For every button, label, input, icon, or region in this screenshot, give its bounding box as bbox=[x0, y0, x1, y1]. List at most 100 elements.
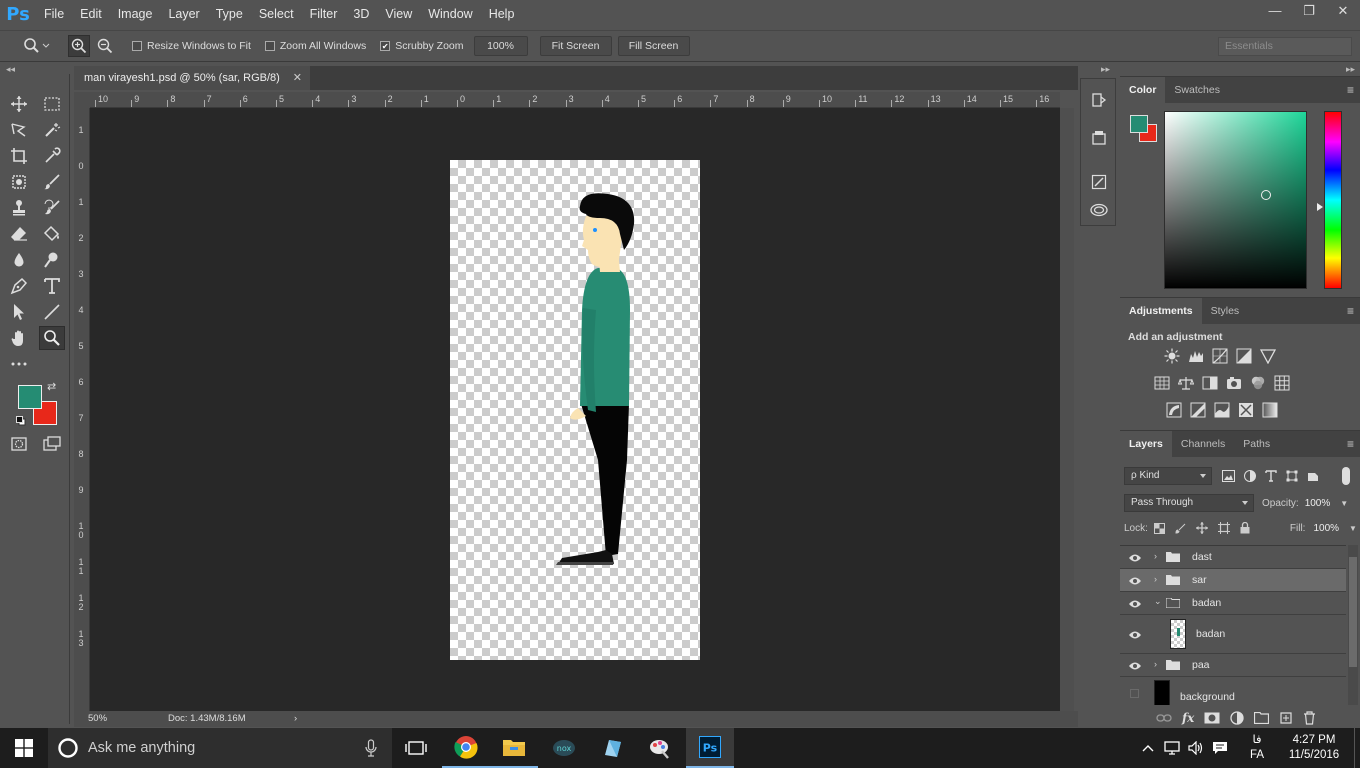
eraser-tool[interactable] bbox=[6, 222, 32, 246]
pasteboard[interactable] bbox=[90, 108, 1060, 711]
task-view-button[interactable] bbox=[392, 728, 440, 768]
fill-value[interactable]: 100% bbox=[1313, 523, 1339, 534]
opacity-value[interactable]: 100% bbox=[1305, 498, 1331, 509]
taskbar-file-explorer[interactable] bbox=[490, 728, 538, 768]
tab-color[interactable]: Color bbox=[1120, 77, 1166, 103]
visibility-eye-icon[interactable] bbox=[1128, 575, 1142, 587]
screen-mode-button[interactable] bbox=[39, 432, 65, 456]
invert-icon[interactable] bbox=[1166, 402, 1182, 418]
taskbar-app-blue[interactable] bbox=[588, 728, 636, 768]
brightness-contrast-icon[interactable] bbox=[1164, 348, 1180, 364]
link-layers-icon[interactable] bbox=[1156, 712, 1172, 724]
start-button[interactable] bbox=[0, 728, 48, 768]
filter-toggle[interactable] bbox=[1342, 467, 1350, 485]
layer-style-fx-icon[interactable]: fx bbox=[1182, 711, 1194, 725]
history-panel-button[interactable] bbox=[1088, 89, 1110, 111]
lasso-tool[interactable] bbox=[6, 118, 32, 142]
zoom-all-windows-checkbox[interactable]: Zoom All Windows bbox=[264, 40, 366, 52]
fill-dropdown-icon[interactable]: ▼ bbox=[1349, 524, 1357, 533]
menu-window[interactable]: Window bbox=[420, 0, 480, 28]
color-lookup-icon[interactable] bbox=[1274, 375, 1290, 391]
tab-swatches[interactable]: Swatches bbox=[1165, 77, 1229, 103]
brush-settings-button[interactable] bbox=[1088, 171, 1110, 193]
vertical-ruler[interactable]: 101234567891 01 11 21 3 bbox=[74, 108, 90, 711]
new-adjustment-layer-icon[interactable] bbox=[1230, 711, 1244, 725]
document-tab[interactable]: man virayesh1.psd @ 50% (sar, RGB/8) ✕ bbox=[74, 66, 310, 90]
show-desktop-button[interactable] bbox=[1354, 728, 1360, 768]
zoom-in-button[interactable] bbox=[68, 35, 90, 57]
workspace-switcher[interactable]: Essentials bbox=[1218, 37, 1352, 56]
selective-color-icon[interactable] bbox=[1238, 402, 1254, 418]
quick-mask-button[interactable] bbox=[6, 432, 32, 456]
color-picker-cursor[interactable] bbox=[1261, 190, 1271, 200]
menu-file[interactable]: File bbox=[36, 0, 72, 28]
minimize-button[interactable]: — bbox=[1258, 0, 1292, 22]
posterize-icon[interactable] bbox=[1190, 402, 1206, 418]
menu-help[interactable]: Help bbox=[481, 0, 523, 28]
lock-artboard-icon[interactable] bbox=[1217, 522, 1230, 534]
type-filter-icon[interactable] bbox=[1265, 470, 1277, 482]
microphone-icon[interactable] bbox=[365, 739, 377, 757]
blend-mode-select[interactable]: Pass Through bbox=[1124, 494, 1254, 512]
type-tool[interactable] bbox=[39, 274, 65, 298]
swap-colors-button[interactable]: ⇄ bbox=[47, 380, 56, 393]
foreground-color-swatch[interactable] bbox=[18, 385, 42, 409]
expand-group-icon[interactable]: › bbox=[1154, 574, 1157, 584]
opacity-dropdown-icon[interactable]: ▼ bbox=[1340, 499, 1348, 508]
close-document-icon[interactable]: ✕ bbox=[293, 66, 302, 90]
menu-layer[interactable]: Layer bbox=[160, 0, 207, 28]
default-colors-button[interactable] bbox=[16, 416, 26, 426]
line-tool[interactable] bbox=[39, 300, 65, 324]
close-button[interactable]: ✕ bbox=[1326, 0, 1360, 22]
taskbar-nox-player[interactable]: nox bbox=[540, 728, 588, 768]
visibility-eye-icon[interactable] bbox=[1128, 598, 1142, 610]
panel-menu-icon[interactable]: ≡ bbox=[1347, 298, 1354, 324]
photo-filter-icon[interactable] bbox=[1226, 375, 1242, 391]
clock[interactable]: 4:27 PM 11/5/2016 bbox=[1274, 733, 1354, 763]
visibility-eye-icon[interactable] bbox=[1128, 660, 1142, 672]
smart-object-filter-icon[interactable] bbox=[1307, 470, 1319, 482]
menu-3d[interactable]: 3D bbox=[345, 0, 377, 28]
menu-view[interactable]: View bbox=[377, 0, 420, 28]
brush-tool[interactable] bbox=[39, 170, 65, 194]
new-layer-icon[interactable] bbox=[1279, 711, 1293, 725]
document-scrollbar[interactable] bbox=[1060, 108, 1074, 711]
new-group-icon[interactable] bbox=[1254, 712, 1270, 724]
layer-row-badan[interactable]: badan bbox=[1120, 615, 1346, 654]
layer-row-sar[interactable]: › sar bbox=[1120, 569, 1346, 592]
paint-bucket-tool[interactable] bbox=[39, 222, 65, 246]
edit-toolbar-button[interactable] bbox=[6, 352, 32, 376]
taskbar-photoshop[interactable]: Ps bbox=[686, 728, 734, 768]
resize-windows-checkbox[interactable]: Resize Windows to Fit bbox=[132, 40, 251, 52]
visibility-eye-icon[interactable] bbox=[1128, 629, 1142, 641]
color-balance-icon[interactable] bbox=[1178, 375, 1194, 391]
fill-screen-button[interactable]: Fill Screen bbox=[617, 36, 690, 56]
history-brush-tool[interactable] bbox=[39, 196, 65, 220]
delete-layer-icon[interactable] bbox=[1303, 711, 1316, 725]
tab-adjustments[interactable]: Adjustments bbox=[1120, 298, 1202, 324]
layer-row-background[interactable]: background bbox=[1120, 677, 1346, 705]
pen-tool[interactable] bbox=[6, 274, 32, 298]
vibrance-icon[interactable] bbox=[1260, 348, 1276, 364]
lock-transparent-icon[interactable] bbox=[1153, 522, 1165, 534]
magic-wand-tool[interactable] bbox=[39, 118, 65, 142]
hand-tool[interactable] bbox=[6, 326, 32, 350]
layer-row-badan-group[interactable]: ⌄ badan bbox=[1120, 592, 1346, 615]
lock-pixels-icon[interactable] bbox=[1175, 523, 1186, 534]
zoom-level-field[interactable]: 50% bbox=[88, 711, 107, 727]
dodge-tool[interactable] bbox=[39, 248, 65, 272]
visibility-eye-icon[interactable] bbox=[1128, 552, 1142, 564]
curves-icon[interactable] bbox=[1212, 348, 1228, 364]
shape-filter-icon[interactable] bbox=[1286, 470, 1298, 482]
zoom-out-button[interactable] bbox=[94, 35, 116, 57]
color-panel-foreground-swatch[interactable] bbox=[1130, 115, 1148, 133]
scrubby-zoom-checkbox[interactable]: ✔ Scrubby Zoom bbox=[380, 40, 464, 52]
layers-scrollbar[interactable] bbox=[1348, 545, 1358, 705]
expand-group-icon[interactable]: › bbox=[1154, 659, 1157, 669]
panel-menu-icon[interactable]: ≡ bbox=[1347, 431, 1354, 457]
ruler-origin[interactable] bbox=[74, 92, 90, 108]
adjustment-filter-icon[interactable] bbox=[1244, 470, 1256, 482]
cortana-search-box[interactable]: Ask me anything bbox=[48, 728, 392, 768]
tool-preset-picker[interactable] bbox=[18, 35, 54, 57]
collapse-group-icon[interactable]: ⌄ bbox=[1154, 596, 1162, 607]
